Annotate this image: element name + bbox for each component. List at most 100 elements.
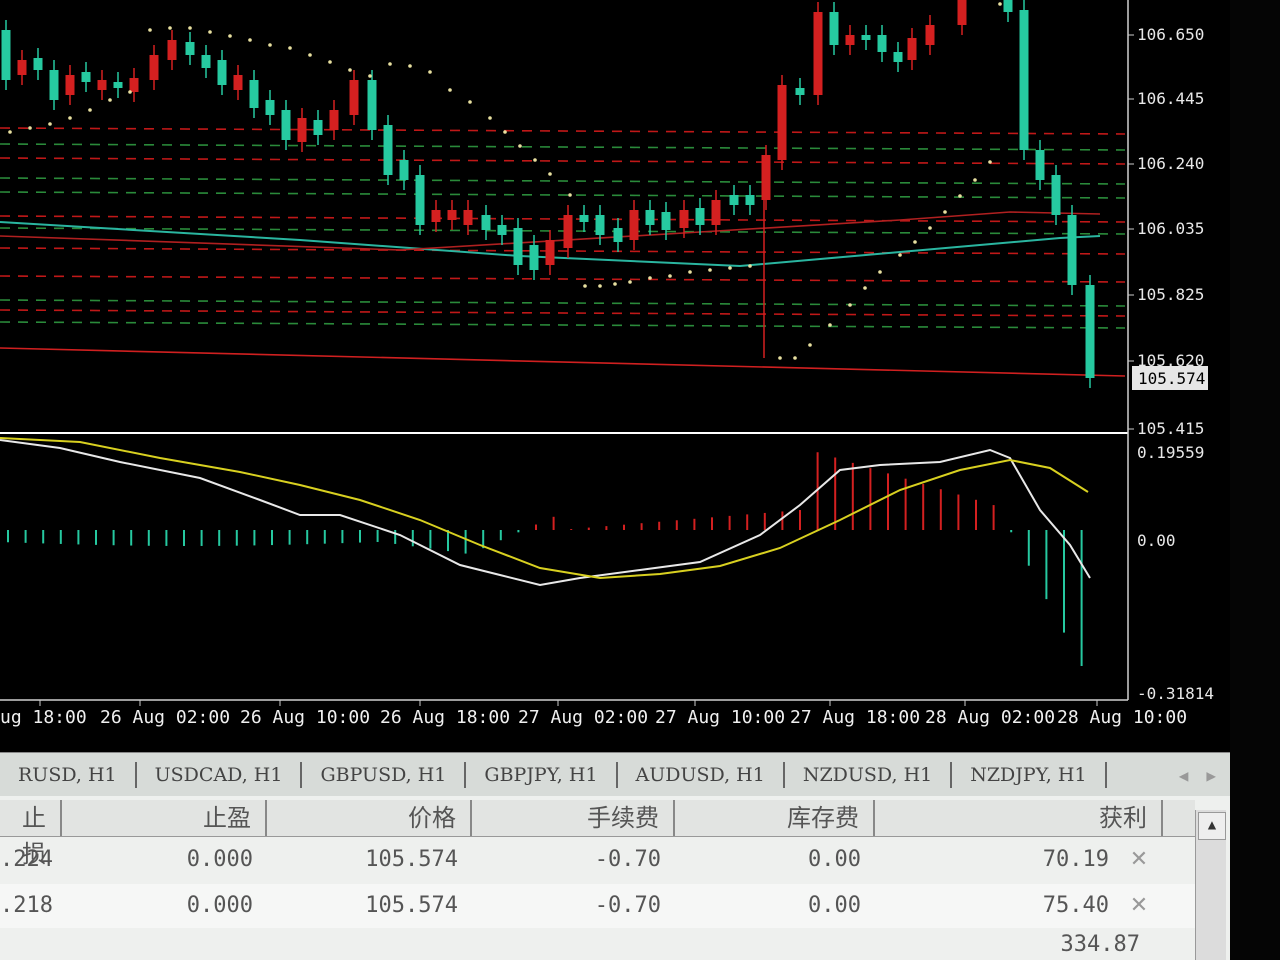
macd-tick-label: 0.00 — [1137, 531, 1176, 550]
tab-next-icon[interactable]: ▶ — [1206, 766, 1216, 785]
header-take-profit[interactable]: 止盈 — [62, 800, 267, 836]
time-tick-label: 26 Aug 02:00 — [100, 707, 230, 728]
candle-body — [97, 80, 107, 90]
candle-body — [265, 100, 275, 115]
candle-body — [813, 12, 823, 95]
time-tick-label: 27 Aug 02:00 — [518, 707, 648, 728]
sar-dot — [128, 90, 132, 94]
cell-stop-loss: .218 — [0, 893, 53, 918]
sar-dot — [248, 38, 252, 42]
sar-dot — [668, 274, 672, 278]
candle-body — [595, 215, 605, 235]
candle-body — [563, 215, 573, 248]
candle-body — [33, 58, 43, 70]
candle-body — [545, 240, 555, 265]
scroll-up-icon[interactable]: ▲ — [1198, 812, 1226, 840]
candle-body — [1019, 10, 1029, 150]
level-line — [0, 299, 1126, 307]
sar-dot — [48, 122, 52, 126]
level-line — [0, 177, 1126, 185]
sar-dot — [108, 98, 112, 102]
candle-body — [629, 210, 639, 240]
candle-body — [65, 75, 75, 95]
level-line — [0, 275, 1126, 283]
sar-dot — [148, 28, 152, 32]
price-tick-label: 105.415 — [1137, 419, 1204, 438]
cell-profit: 75.40 — [1042, 893, 1109, 918]
time-tick-label: 26 Aug 18:00 — [380, 707, 510, 728]
candlesticks — [1, 0, 1095, 388]
candle-body — [761, 155, 771, 200]
level-line — [0, 127, 1126, 135]
tab-gbpusd[interactable]: GBPUSD, H1 — [302, 762, 467, 788]
chart-canvas[interactable]: 106.650106.445106.240106.035105.825105.6… — [0, 0, 1230, 752]
header-swap[interactable]: 库存费 — [675, 800, 875, 836]
sar-dot — [548, 172, 552, 176]
candle-body — [1003, 0, 1013, 12]
close-order-icon[interactable]: ✕ — [1123, 838, 1155, 882]
candle-body — [579, 215, 589, 222]
tab-usdcad[interactable]: USDCAD, H1 — [137, 762, 303, 788]
price-chart[interactable]: 106.650 106.445 106.240 106.035 105.825 105.6… — [0, 0, 1230, 752]
candle-body — [661, 212, 671, 230]
candle-body — [367, 80, 377, 130]
tab-prev-icon[interactable]: ◀ — [1179, 766, 1189, 785]
cell-commission: -0.70 — [594, 893, 661, 918]
candle-body — [415, 175, 425, 225]
sar-dot — [828, 323, 832, 327]
candle-body — [893, 52, 903, 62]
sar-dot — [368, 74, 372, 78]
time-tick-label: 27 Aug 10:00 — [655, 707, 785, 728]
header-commission[interactable]: 手续费 — [472, 800, 675, 836]
cell-profit: 70.19 — [1042, 847, 1109, 872]
time-tick-label: ug 18:00 — [0, 707, 87, 728]
sar-dot — [778, 356, 782, 360]
header-price[interactable]: 价格 — [267, 800, 472, 836]
header-profit[interactable]: 获利 — [875, 800, 1163, 836]
candle-body — [399, 160, 409, 180]
candle-body — [185, 42, 195, 55]
tab-nzdusd[interactable]: NZDUSD, H1 — [785, 762, 953, 788]
sar-dot — [268, 43, 272, 47]
candle-body — [845, 35, 855, 45]
sar-dot — [328, 60, 332, 64]
sar-dot — [8, 130, 12, 134]
candle-body — [463, 210, 473, 225]
table-row[interactable]: .218 0.000 105.574 -0.70 0.00 75.40 ✕ — [0, 884, 1195, 928]
screen-bezel — [1230, 0, 1280, 960]
tab-gbpjpy[interactable]: GBPJPY, H1 — [466, 762, 618, 788]
total-profit: 334.87 — [1060, 932, 1140, 957]
sar-dot — [503, 130, 507, 134]
sar-dot — [208, 30, 212, 34]
tab-audusd[interactable]: AUDUSD, H1 — [618, 762, 785, 788]
level-line — [0, 215, 1126, 223]
sar-dot — [228, 34, 232, 38]
candle-body — [729, 195, 739, 205]
candle-body — [829, 12, 839, 45]
close-order-icon[interactable]: ✕ — [1123, 884, 1155, 928]
sar-dot — [793, 356, 797, 360]
candle-body — [1, 30, 11, 80]
scrollbar[interactable]: ▲ — [1195, 810, 1226, 960]
table-row[interactable]: .224 0.000 105.574 -0.70 0.00 70.19 ✕ — [0, 838, 1195, 882]
horizontal-levels — [0, 127, 1126, 377]
sar-dot — [88, 108, 92, 112]
sar-dot — [748, 264, 752, 268]
macd-tick-label: 0.19559 — [1137, 443, 1204, 462]
candle-body — [447, 210, 457, 220]
candle-body — [297, 118, 307, 142]
time-tick-label: 27 Aug 18:00 — [790, 707, 920, 728]
candle-body — [695, 208, 705, 225]
sar-dot — [613, 282, 617, 286]
tab-nzdjpy[interactable]: NZDJPY, H1 — [952, 762, 1107, 788]
candle-body — [745, 195, 755, 205]
sar-dot — [998, 2, 1002, 6]
candle-body — [711, 200, 721, 225]
candle-body — [877, 35, 887, 52]
candle-body — [1035, 150, 1045, 180]
sar-dot — [288, 46, 292, 50]
header-stop-loss[interactable]: 止损 — [0, 800, 62, 868]
sar-dot — [308, 53, 312, 57]
tab-eurusd[interactable]: RUSD, H1 — [0, 762, 137, 788]
cell-price: 105.574 — [365, 893, 458, 918]
